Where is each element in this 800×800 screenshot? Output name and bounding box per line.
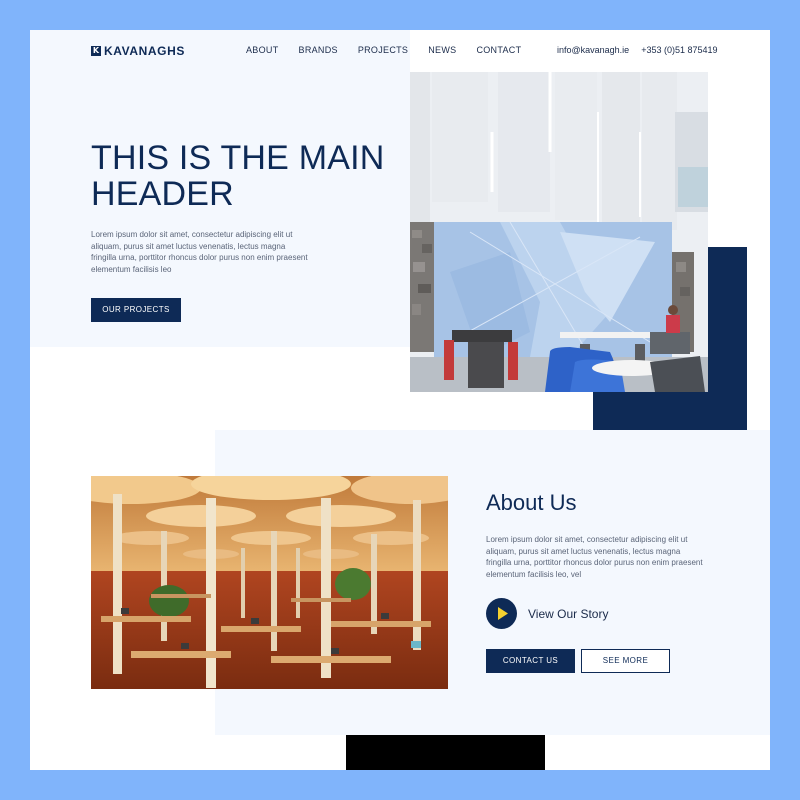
contact-us-button[interactable]: CONTACT US: [486, 649, 575, 673]
logo[interactable]: K KAVANAGHS: [91, 44, 185, 58]
library-interior-illustration: [91, 476, 448, 689]
office-interior-illustration: [410, 72, 708, 392]
contact-phone[interactable]: +353 (0)51 875419: [641, 45, 717, 55]
view-story-link[interactable]: View Our Story: [486, 598, 608, 629]
contact-info: info@kavanagh.ie +353 (0)51 875419: [557, 45, 718, 55]
logo-mark: K: [91, 46, 101, 56]
play-icon[interactable]: [486, 598, 517, 629]
our-projects-button[interactable]: OUR PROJECTS: [91, 298, 181, 322]
page: K KAVANAGHS ABOUT BRANDS PROJECTS NEWS C…: [30, 30, 770, 770]
nav-item-about[interactable]: ABOUT: [246, 45, 279, 55]
hero-image: [410, 72, 708, 392]
about-image: [91, 476, 448, 689]
main-nav: ABOUT BRANDS PROJECTS NEWS CONTACT: [246, 45, 541, 55]
hero-text: Lorem ipsum dolor sit amet, consectetur …: [91, 230, 308, 274]
nav-item-brands[interactable]: BRANDS: [299, 45, 338, 55]
about-title: About Us: [486, 490, 577, 515]
decorative-black-block: [346, 735, 545, 770]
see-more-button[interactable]: SEE MORE: [581, 649, 670, 673]
view-story-label: View Our Story: [528, 606, 609, 621]
logo-text: KAVANAGHS: [104, 44, 185, 58]
nav-item-projects[interactable]: PROJECTS: [358, 45, 408, 55]
about-text: Lorem ipsum dolor sit amet, consectetur …: [486, 535, 703, 579]
contact-email[interactable]: info@kavanagh.ie: [557, 45, 629, 55]
hero-title: THIS IS THE MAIN HEADER: [91, 139, 385, 213]
nav-item-news[interactable]: NEWS: [428, 45, 456, 55]
nav-item-contact[interactable]: CONTACT: [476, 45, 521, 55]
